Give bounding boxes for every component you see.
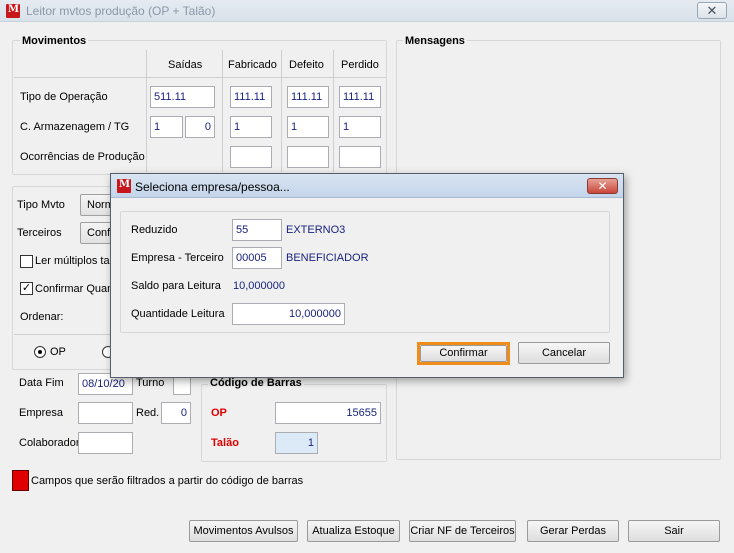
row-label-tipo-operacao: Tipo de Operação [20,91,108,103]
window-title: Leitor mvtos produção (OP + Talão) [26,4,216,18]
codigo-barras-title: Código de Barras [208,377,304,389]
armazenagem-perdido-input[interactable]: 1 [339,116,381,138]
red-input[interactable]: 0 [161,402,191,424]
ocorrencias-defeito-input[interactable] [287,146,329,168]
data-fim-label: Data Fim [19,377,64,389]
ocorrencias-fabricado-input[interactable] [230,146,272,168]
quantidade-leitura-input[interactable]: 10,000000 [232,303,345,325]
armazenagem-defeito-input[interactable]: 1 [287,116,329,138]
tipo-mvto-label: Tipo Mvto [17,199,65,211]
column-divider [333,50,334,172]
confirmar-quantidade-checkbox[interactable]: ✓ [20,282,33,295]
turno-label: Turno [136,377,165,389]
armazenagem-saidas-input[interactable]: 1 [150,116,183,138]
ocorrencias-perdido-input[interactable] [339,146,381,168]
dialog-close-button[interactable]: ✕ [587,178,618,194]
movimentos-header-divider [14,77,386,78]
ler-multiplos-label: Ler múltiplos talo [35,255,119,267]
dialog-confirmar-button[interactable]: Confirmar [420,345,507,362]
ordenar-op-radio[interactable] [34,346,46,358]
saldo-leitura-label: Saldo para Leitura [131,280,221,292]
dialog-app-icon: M [117,179,131,193]
empresa-terceiro-input[interactable]: 00005 [232,247,282,269]
tipo-operacao-perdido-input[interactable]: 111.11 [339,86,381,108]
column-divider [146,50,147,172]
column-header-perdido: Perdido [341,59,379,71]
ordenar-op-label: OP [50,346,66,358]
quantidade-leitura-label: Quantidade Leitura [131,308,225,320]
armazenagem-fabricado-input[interactable]: 1 [230,116,272,138]
op-barcode-label: OP [211,407,227,419]
sair-button[interactable]: Sair [628,520,720,542]
confirmar-quantidade-label: Confirmar Quan [35,283,114,295]
empresa-input[interactable] [78,402,133,424]
selecionar-empresa-dialog: M Seleciona empresa/pessoa... ✕ Reduzido… [110,173,624,378]
empresa-terceiro-label: Empresa - Terceiro [131,252,224,264]
dialog-title: Seleciona empresa/pessoa... [135,180,290,194]
atualiza-estoque-button[interactable]: Atualiza Estoque [307,520,400,542]
ordenar-label: Ordenar: [20,311,64,323]
talao-barcode-label: Talão [211,437,239,449]
barcode-filter-legend-swatch [12,470,29,491]
app-logo-icon: M [6,4,20,18]
tipo-operacao-fabricado-input[interactable]: 111.11 [230,86,272,108]
row-label-ocorrencias: Ocorrências de Produção [20,151,145,163]
movimentos-title: Movimentos [20,35,89,47]
terceiros-label: Terceiros [17,227,62,239]
empresa-terceiro-description: BENEFICIADOR [286,252,369,264]
tipo-operacao-defeito-input[interactable]: 111.11 [287,86,329,108]
colaborador-input[interactable] [78,432,133,454]
reduzido-description: EXTERNO3 [286,224,346,236]
column-divider [222,50,223,172]
row-label-armazenagem: C. Armazenagem / TG [20,121,130,133]
column-header-defeito: Defeito [289,59,324,71]
tipo-operacao-saidas-input[interactable]: 511.11 [150,86,215,108]
barcode-filter-legend-text: Campos que serão filtrados a partir do c… [31,475,304,487]
movimentos-avulsos-button[interactable]: Movimentos Avulsos [189,520,298,542]
empresa-label: Empresa [19,407,64,419]
reduzido-label: Reduzido [131,224,178,236]
column-divider [281,50,282,172]
criar-nf-terceiros-button[interactable]: Criar NF de Terceiros [409,520,516,542]
op-barcode-input[interactable]: 15655 [275,402,381,424]
column-header-saidas: Saídas [168,59,203,71]
saldo-leitura-value: 10,000000 [233,280,285,292]
colaborador-label: Colaborador [19,437,80,449]
mensagens-title: Mensagens [403,35,467,47]
gerar-perdas-button[interactable]: Gerar Perdas [527,520,619,542]
column-header-fabricado: Fabricado [228,59,277,71]
talao-barcode-input[interactable]: 1 [275,432,318,454]
tg-saidas-input[interactable]: 0 [185,116,215,138]
dialog-cancelar-button[interactable]: Cancelar [518,342,610,364]
window-close-button[interactable]: ✕ [697,2,727,19]
ler-multiplos-checkbox[interactable] [20,255,33,268]
reduzido-input[interactable]: 55 [232,219,282,241]
red-label: Red. [136,407,160,419]
